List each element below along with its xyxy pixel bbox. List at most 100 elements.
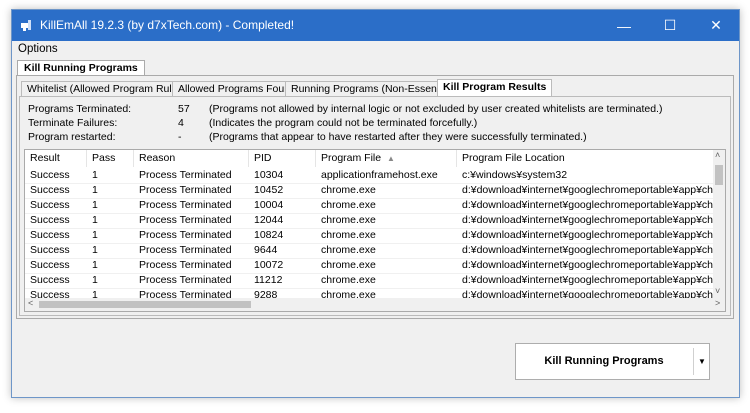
- table-cell: chrome.exe: [321, 274, 376, 286]
- chevron-down-icon[interactable]: ▼: [694, 344, 710, 379]
- table-cell: 10304: [254, 169, 284, 181]
- maximize-button[interactable]: ☐: [647, 10, 693, 41]
- table-cell: 10072: [254, 259, 284, 271]
- scroll-right-icon[interactable]: >: [715, 298, 720, 308]
- table-cell: Process Terminated: [139, 214, 232, 226]
- table-row[interactable]: Success 1 Process Terminated 10072 chrome.ex…: [25, 258, 715, 274]
- table-cell: 12044: [254, 214, 284, 226]
- table-cell: 1: [92, 199, 98, 211]
- table-row[interactable]: Success 1 Process Terminated 10452 chrome.ex…: [25, 183, 715, 199]
- table-cell: Process Terminated: [139, 259, 232, 271]
- column-header-reason[interactable]: Reason: [134, 150, 249, 167]
- stat-note: (Programs that appear to have restarted …: [209, 131, 587, 143]
- table-cell: d:¥download¥internet¥googlechromeportabl…: [462, 244, 715, 256]
- outer-tab-strip: Kill Running Programs: [12, 59, 739, 77]
- stat-value: -: [178, 131, 182, 143]
- table-cell: 1: [92, 184, 98, 196]
- table-cell: Process Terminated: [139, 229, 232, 241]
- results-list[interactable]: Result Pass Reason PID Program File ▲ Pr…: [24, 149, 726, 312]
- table-cell: 1: [92, 229, 98, 241]
- menu-bar: Options: [12, 41, 739, 59]
- table-cell: Success: [30, 214, 70, 226]
- table-cell: d:¥download¥internet¥googlechromeportabl…: [462, 199, 715, 211]
- table-cell: chrome.exe: [321, 244, 376, 256]
- table-cell: chrome.exe: [321, 199, 376, 211]
- table-cell: 1: [92, 244, 98, 256]
- column-header-label: Program File: [321, 152, 382, 164]
- inner-tab-strip: Whitelist (Allowed Program Rules) Allowe…: [19, 79, 729, 97]
- table-cell: chrome.exe: [321, 214, 376, 226]
- horizontal-scroll-thumb[interactable]: [39, 301, 251, 308]
- scroll-left-icon[interactable]: <: [28, 298, 33, 308]
- table-cell: 1: [92, 274, 98, 286]
- kill-results-panel: Programs Terminated: 57 (Programs not al…: [19, 96, 731, 316]
- scroll-up-icon[interactable]: ˄: [715, 150, 720, 160]
- menu-options[interactable]: Options: [18, 43, 58, 55]
- table-cell: Process Terminated: [139, 169, 232, 181]
- table-cell: Success: [30, 229, 70, 241]
- tab-whitelist[interactable]: Whitelist (Allowed Program Rules): [21, 81, 193, 97]
- horizontal-scrollbar[interactable]: < >: [25, 298, 725, 311]
- table-cell: c:¥windows¥system32: [462, 169, 568, 181]
- table-cell: d:¥download¥internet¥googlechromeportabl…: [462, 274, 715, 286]
- minimize-button[interactable]: —: [601, 10, 647, 41]
- tab-kill-program-results[interactable]: Kill Program Results: [437, 79, 553, 97]
- table-cell: 9644: [254, 244, 278, 256]
- column-header-program-file[interactable]: Program File ▲: [316, 150, 457, 167]
- table-row[interactable]: Success 1 Process Terminated 10304 applicati…: [25, 168, 715, 184]
- table-cell: 10452: [254, 184, 284, 196]
- table-cell: Process Terminated: [139, 244, 232, 256]
- window-title: KillEmAll 19.2.3 (by d7xTech.com) - Comp…: [40, 18, 295, 32]
- title-bar[interactable]: KillEmAll 19.2.3 (by d7xTech.com) - Comp…: [12, 10, 739, 41]
- stat-note: (Programs not allowed by internal logic …: [209, 103, 663, 115]
- app-window: KillEmAll 19.2.3 (by d7xTech.com) - Comp…: [11, 9, 740, 398]
- table-cell: 1: [92, 169, 98, 181]
- app-icon: [21, 20, 31, 31]
- stat-label: Terminate Failures:: [28, 117, 118, 129]
- stat-label: Program restarted:: [28, 131, 116, 143]
- table-cell: d:¥download¥internet¥googlechromeportabl…: [462, 259, 715, 271]
- vertical-scrollbar[interactable]: ˄ ˅: [713, 150, 725, 298]
- vertical-scroll-thumb[interactable]: [715, 165, 723, 185]
- table-cell: chrome.exe: [321, 259, 376, 271]
- table-row[interactable]: Success 1 Process Terminated 11212 chrome.ex…: [25, 273, 715, 289]
- table-cell: Success: [30, 244, 70, 256]
- table-cell: chrome.exe: [321, 184, 376, 196]
- stat-label: Programs Terminated:: [28, 103, 132, 115]
- stat-value: 4: [178, 117, 184, 129]
- column-header-pass[interactable]: Pass: [87, 150, 134, 167]
- column-header-program-file-location[interactable]: Program File Location: [457, 150, 715, 167]
- stat-note: (Indicates the program could not be term…: [209, 117, 478, 129]
- stat-value: 57: [178, 103, 190, 115]
- table-cell: 10004: [254, 199, 284, 211]
- tab-running-programs[interactable]: Running Programs (Non-Essential): [285, 81, 460, 97]
- kill-running-programs-button[interactable]: Kill Running Programs ▼: [515, 343, 710, 380]
- table-row[interactable]: Success 1 Process Terminated 9644 chrome.exe…: [25, 243, 715, 259]
- outer-tab-panel: Whitelist (Allowed Program Rules) Allowe…: [16, 75, 734, 319]
- close-button[interactable]: ✕: [693, 10, 739, 41]
- table-cell: 10824: [254, 229, 284, 241]
- table-cell: 1: [92, 259, 98, 271]
- table-cell: Success: [30, 274, 70, 286]
- scroll-down-icon[interactable]: ˅: [715, 286, 720, 296]
- tab-allowed-programs-found[interactable]: Allowed Programs Found: [172, 81, 302, 97]
- kill-button-label: Kill Running Programs: [544, 355, 664, 367]
- sort-ascending-icon: ▲: [387, 154, 395, 163]
- table-cell: Success: [30, 169, 70, 181]
- table-cell: 1: [92, 214, 98, 226]
- column-header-pid[interactable]: PID: [249, 150, 316, 167]
- table-cell: Process Terminated: [139, 184, 232, 196]
- table-row[interactable]: Success 1 Process Terminated 10004 chrome.ex…: [25, 198, 715, 214]
- table-cell: applicationframehost.exe: [321, 169, 438, 181]
- table-cell: Process Terminated: [139, 199, 232, 211]
- table-row[interactable]: Success 1 Process Terminated 12044 chrome.ex…: [25, 213, 715, 229]
- table-cell: Success: [30, 199, 70, 211]
- table-cell: Process Terminated: [139, 274, 232, 286]
- table-cell: d:¥download¥internet¥googlechromeportabl…: [462, 229, 715, 241]
- table-cell: d:¥download¥internet¥googlechromeportabl…: [462, 184, 715, 196]
- column-header-result[interactable]: Result: [25, 150, 87, 167]
- table-cell: Success: [30, 259, 70, 271]
- table-cell: chrome.exe: [321, 229, 376, 241]
- table-row[interactable]: Success 1 Process Terminated 10824 chrome.ex…: [25, 228, 715, 244]
- table-cell: Success: [30, 184, 70, 196]
